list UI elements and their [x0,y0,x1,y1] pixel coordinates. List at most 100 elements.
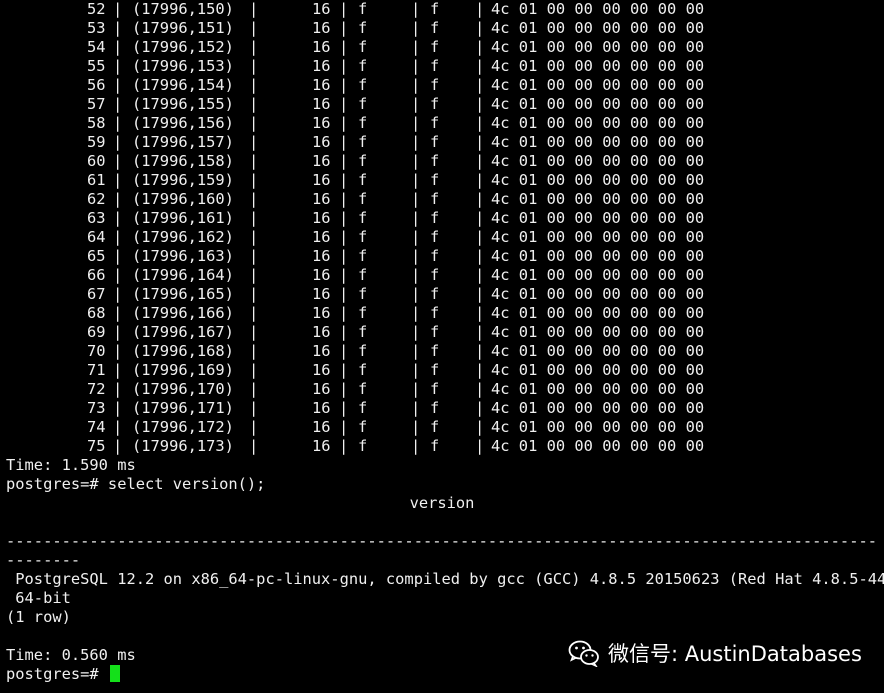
column-separator: | [339,418,349,436]
column-separator: | [411,190,421,208]
flag-cell: f [358,0,368,18]
column-separator: | [249,399,259,417]
column-separator: | [249,228,259,246]
length-cell: 16 [312,380,331,398]
data-bytes-cell: 4c 01 00 00 00 00 00 00 [491,399,705,417]
prompt: postgres=# [6,665,108,683]
table-row: 56 | (17996,154) | 16 | f | f | 4c 01 00 00 00 00 … [6,76,884,95]
lp-cell: 60 [87,152,106,170]
lp-cell: 61 [87,171,106,189]
lp-cell: 58 [87,114,106,132]
table-row: 63 | (17996,161) | 16 | f | f | 4c 01 00 00 00 00 … [6,209,884,228]
column-separator: | [411,399,421,417]
column-separator: | [249,304,259,322]
flag-cell: f [358,437,368,455]
ctid-cell: (17996,168) [132,342,234,360]
lp-cell: 75 [87,437,106,455]
flag-cell: f [358,38,368,56]
column-separator: | [113,76,123,94]
length-cell: 16 [312,209,331,227]
data-bytes-cell: 4c 01 00 00 00 00 00 00 [491,19,705,37]
lp-cell: 57 [87,95,106,113]
column-separator: | [475,266,485,284]
column-separator: | [113,285,123,303]
table-row: 53 | (17996,151) | 16 | f | f | 4c 01 00 00 00 00 … [6,19,884,38]
column-separator: | [339,57,349,75]
column-separator: | [339,437,349,455]
length-cell: 16 [312,266,331,284]
lp-cell: 71 [87,361,106,379]
column-separator: | [411,133,421,151]
column-separator: | [249,285,259,303]
table-row: 75 | (17996,173) | 16 | f | f | 4c 01 00 00 00 00 … [6,437,884,456]
ctid-cell: (17996,166) [132,304,234,322]
column-separator: | [249,418,259,436]
result-rows: 52 | (17996,150) | 16 | f | f | 4c 01 00 00 00 00 … [6,0,884,456]
column-separator: | [411,380,421,398]
column-separator: | [249,95,259,113]
ctid-cell: (17996,153) [132,57,234,75]
column-separator: | [113,247,123,265]
flag-cell: f [430,190,440,208]
separator-line-wrap: -------- [6,551,81,569]
flag-cell: f [358,304,368,322]
column-separator: | [475,190,485,208]
flag-cell: f [430,171,440,189]
column-separator: | [249,57,259,75]
column-separator: | [411,114,421,132]
ctid-cell: (17996,171) [132,399,234,417]
ctid-cell: (17996,170) [132,380,234,398]
table-row: 74 | (17996,172) | 16 | f | f | 4c 01 00 00 00 00 … [6,418,884,437]
data-bytes-cell: 4c 01 00 00 00 00 00 00 [491,114,705,132]
data-bytes-cell: 4c 01 00 00 00 00 00 00 [491,228,705,246]
column-separator: | [475,323,485,341]
column-separator: | [249,171,259,189]
column-separator: | [411,437,421,455]
flag-cell: f [430,38,440,56]
length-cell: 16 [312,0,331,18]
column-separator: | [249,380,259,398]
data-bytes-cell: 4c 01 00 00 00 00 00 00 [491,361,705,379]
column-separator: | [113,152,123,170]
length-cell: 16 [312,152,331,170]
column-separator: | [339,95,349,113]
length-cell: 16 [312,399,331,417]
version-value: PostgreSQL 12.2 on x86_64-pc-linux-gnu, … [6,570,884,588]
length-cell: 16 [312,114,331,132]
data-bytes-cell: 4c 01 00 00 00 00 00 00 [491,57,705,75]
version-value-wrap: 64-bit [6,589,71,607]
flag-cell: f [430,399,440,417]
ctid-cell: (17996,172) [132,418,234,436]
column-separator: | [113,342,123,360]
column-separator: | [475,418,485,436]
flag-cell: f [358,361,368,379]
column-separator: | [113,361,123,379]
table-row: 72 | (17996,170) | 16 | f | f | 4c 01 00 00 00 00 … [6,380,884,399]
flag-cell: f [430,95,440,113]
terminal-output[interactable]: 52 | (17996,150) | 16 | f | f | 4c 01 00 00 00 00 … [6,0,884,684]
flag-cell: f [358,266,368,284]
column-separator: | [339,228,349,246]
flag-cell: f [430,418,440,436]
column-separator: | [475,171,485,189]
data-bytes-cell: 4c 01 00 00 00 00 00 00 [491,285,705,303]
column-separator: | [113,171,123,189]
column-separator: | [339,209,349,227]
column-separator: | [249,0,259,18]
lp-cell: 63 [87,209,106,227]
column-separator: | [411,171,421,189]
data-bytes-cell: 4c 01 00 00 00 00 00 00 [491,437,705,455]
command-line: postgres=# select version(); [6,475,266,493]
column-separator: | [249,437,259,455]
data-bytes-cell: 4c 01 00 00 00 00 00 00 [491,0,705,18]
flag-cell: f [430,266,440,284]
column-separator: | [475,76,485,94]
flag-cell: f [358,399,368,417]
ctid-cell: (17996,161) [132,209,234,227]
column-separator: | [113,418,123,436]
column-separator: | [339,190,349,208]
flag-cell: f [430,152,440,170]
timing-line: Time: 1.590 ms [6,456,136,474]
table-row: 68 | (17996,166) | 16 | f | f | 4c 01 00 00 00 00 … [6,304,884,323]
column-separator: | [475,133,485,151]
